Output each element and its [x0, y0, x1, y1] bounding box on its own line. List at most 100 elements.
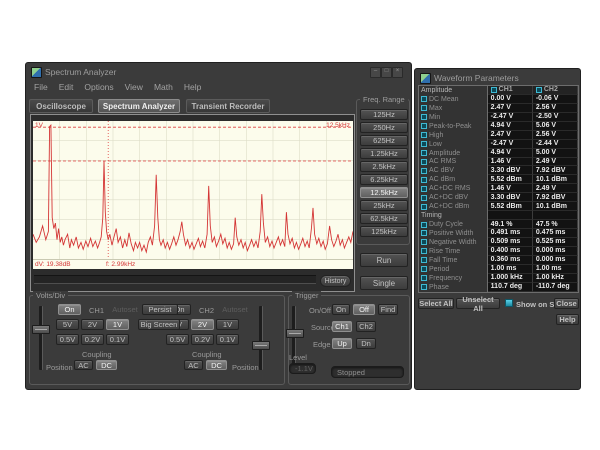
- ch1-ac-button[interactable]: AC: [74, 360, 93, 370]
- menu-item-edit[interactable]: Edit: [59, 82, 74, 94]
- freq-button-62-5khz[interactable]: 62.5kHz: [360, 213, 408, 224]
- tab-transient-recorder[interactable]: Transient Recorder: [186, 99, 270, 113]
- menu-item-file[interactable]: File: [34, 82, 48, 94]
- trigger-off-button[interactable]: Off: [353, 304, 375, 315]
- param-checkbox-icon[interactable]: [421, 284, 427, 290]
- spectrum-plot[interactable]: 1V 12.5kHz dV: 19.38dB f: 2.99kHz: [33, 121, 353, 269]
- param-checkbox-icon[interactable]: [421, 266, 427, 272]
- param-checkbox-icon[interactable]: [421, 257, 427, 263]
- param-name: Fall Time: [429, 257, 457, 264]
- select-all-button[interactable]: Select All: [418, 298, 454, 309]
- param-checkbox-icon[interactable]: [421, 222, 427, 228]
- freq-button-625hz[interactable]: 625Hz: [360, 135, 408, 146]
- param-checkbox-icon[interactable]: [421, 123, 427, 129]
- trigger-edge-up-button[interactable]: Up: [332, 338, 352, 349]
- menu-item-help[interactable]: Help: [184, 82, 201, 94]
- tab-spectrum-analyzer[interactable]: Spectrum Analyzer: [98, 99, 180, 113]
- param-checkbox-icon[interactable]: [421, 114, 427, 120]
- ch1-volt-0-5v-button[interactable]: 0.5V: [56, 334, 79, 345]
- ch1-volt-0-2v-button[interactable]: 0.2V: [81, 334, 104, 345]
- param-checkbox-icon[interactable]: [421, 168, 427, 174]
- unselect-all-button[interactable]: Unselect All: [456, 298, 500, 309]
- ch2-value: -2.50 V: [533, 113, 578, 122]
- big-screen-button[interactable]: Big Screen: [138, 319, 180, 330]
- param-name: Low: [429, 141, 442, 148]
- help-button[interactable]: Help: [556, 314, 579, 325]
- value-text: 7.92 dBV: [536, 194, 566, 201]
- value-text: 5.00 V: [536, 149, 556, 156]
- ch2-value: 7.92 dBV: [533, 193, 578, 202]
- menu-item-options[interactable]: Options: [84, 82, 113, 94]
- menu-item-view[interactable]: View: [125, 82, 143, 94]
- ch1-on-button[interactable]: On: [58, 304, 81, 315]
- ch1-value: CH1: [488, 86, 533, 95]
- plot-scrollbar[interactable]: [34, 275, 316, 284]
- param-checkbox-icon[interactable]: [421, 275, 427, 281]
- ch2-dc-button[interactable]: DC: [206, 360, 227, 370]
- tab-oscilloscope[interactable]: Oscilloscope: [29, 99, 93, 113]
- single-button[interactable]: Single: [360, 276, 408, 290]
- freq-button-6-25khz[interactable]: 6.25kHz: [360, 174, 408, 185]
- param-checkbox-icon[interactable]: [421, 230, 427, 236]
- freq-button-12-5khz[interactable]: 12.5kHz: [360, 187, 408, 198]
- ch1-autoset-button[interactable]: Autoset: [111, 304, 139, 315]
- trigger-find-button[interactable]: Find: [378, 304, 398, 315]
- ch1-volt-5v-button[interactable]: 5V: [56, 319, 79, 330]
- params-close-button[interactable]: Close: [554, 298, 579, 309]
- persist-button[interactable]: Persist: [142, 304, 178, 315]
- freq-button-250hz[interactable]: 250Hz: [360, 122, 408, 133]
- ch1-volt-1v-button[interactable]: 1V: [106, 319, 129, 330]
- trigger-edge-dn-button[interactable]: Dn: [356, 338, 376, 349]
- param-checkbox-icon[interactable]: [421, 141, 427, 147]
- ch2-volt-0-5v-button[interactable]: 0.5V: [166, 334, 189, 345]
- ch2-position-slider-handle[interactable]: [252, 341, 270, 350]
- param-checkbox-icon[interactable]: [421, 204, 427, 210]
- freq-button-1-25khz[interactable]: 1.25kHz: [360, 148, 408, 159]
- minimize-icon[interactable]: –: [370, 67, 381, 78]
- freq-button-2-5khz[interactable]: 2.5kHz: [360, 161, 408, 172]
- ch2-autoset-button[interactable]: Autoset: [221, 304, 249, 315]
- menu-item-math[interactable]: Math: [154, 82, 173, 94]
- freq-button-125hz[interactable]: 125Hz: [360, 109, 408, 120]
- ch2-ac-button[interactable]: AC: [184, 360, 203, 370]
- show-on-screen-checkbox[interactable]: [505, 299, 513, 307]
- history-button[interactable]: History: [320, 275, 351, 287]
- param-checkbox-icon[interactable]: [421, 132, 427, 138]
- ch2-volt-0-2v-button[interactable]: 0.2V: [191, 334, 214, 345]
- maximize-icon[interactable]: □: [381, 67, 392, 78]
- param-checkbox-icon[interactable]: [421, 195, 427, 201]
- param-label: Min: [419, 113, 488, 122]
- ch1-position-slider-track[interactable]: [39, 306, 43, 370]
- ch1-position-slider-handle[interactable]: [32, 325, 50, 334]
- param-checkbox-icon[interactable]: [421, 159, 427, 165]
- param-checkbox-icon[interactable]: [421, 96, 427, 102]
- param-checkbox-icon[interactable]: [421, 248, 427, 254]
- title-bar[interactable]: Spectrum Analyzer – □ ×: [26, 63, 411, 80]
- ch2-volt-2v-button[interactable]: 2V: [191, 319, 214, 330]
- ch2-header-icon: [536, 87, 542, 93]
- trigger-level-slider-handle[interactable]: [286, 329, 304, 338]
- param-checkbox-icon[interactable]: [421, 239, 427, 245]
- freq-button-125khz[interactable]: 125kHz: [360, 226, 408, 237]
- trigger-source-ch2-button[interactable]: Ch2: [356, 321, 376, 332]
- param-checkbox-icon[interactable]: [421, 177, 427, 183]
- ch2-value: 2.49 V: [533, 158, 578, 167]
- param-checkbox-icon[interactable]: [421, 105, 427, 111]
- run-button[interactable]: Run: [360, 253, 408, 267]
- trigger-on-button[interactable]: On: [332, 304, 350, 315]
- trigger-source-ch1-button[interactable]: Ch1: [332, 321, 352, 332]
- ch2-volt-1v-button[interactable]: 1V: [216, 319, 239, 330]
- params-title-bar[interactable]: Waveform Parameters: [415, 69, 580, 86]
- freq-button-25khz[interactable]: 25kHz: [360, 200, 408, 211]
- table-row-amplitude: AmplitudeCH1CH2: [419, 86, 578, 95]
- ch1-volt-2v-button[interactable]: 2V: [81, 319, 104, 330]
- param-name: AC+DC dBm: [429, 203, 469, 210]
- ch2-volt-0-1v-button[interactable]: 0.1V: [216, 334, 239, 345]
- close-icon[interactable]: ×: [392, 67, 403, 78]
- param-checkbox-icon[interactable]: [421, 150, 427, 156]
- ch2-position-slider-track[interactable]: [259, 306, 263, 370]
- param-checkbox-icon[interactable]: [421, 186, 427, 192]
- ch1-volt-0-1v-button[interactable]: 0.1V: [106, 334, 129, 345]
- ch1-dc-button[interactable]: DC: [96, 360, 117, 370]
- value-text: 1.00 ms: [536, 265, 562, 272]
